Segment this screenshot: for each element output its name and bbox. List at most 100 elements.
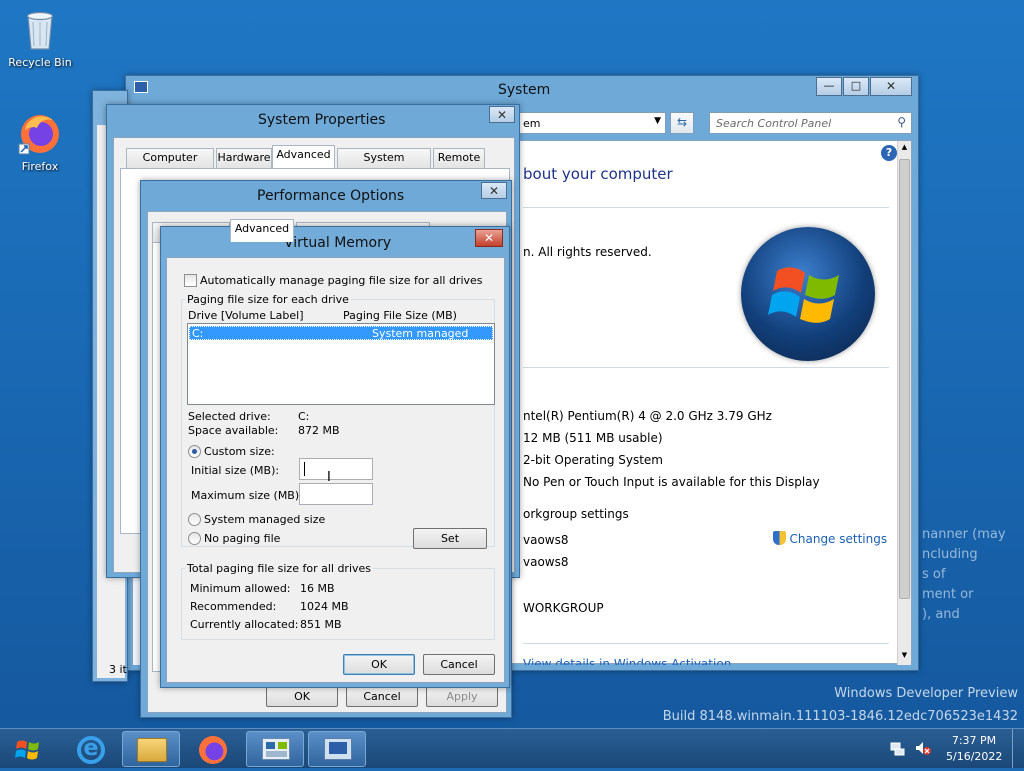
minimum-allowed-label: Minimum allowed:: [190, 582, 291, 595]
vm-cancel-button[interactable]: Cancel: [423, 654, 495, 675]
recycle-bin-icon: [17, 6, 63, 52]
system-properties-title: System Properties: [258, 112, 386, 128]
maximize-button[interactable]: □: [843, 77, 869, 96]
space-available-value: 872 MB: [298, 424, 340, 437]
performance-options-close-button[interactable]: ✕: [481, 182, 507, 199]
performance-options-titlebar[interactable]: Performance Options ✕: [141, 181, 511, 209]
system-managed-radio[interactable]: [188, 513, 201, 526]
clock-date: 5/16/2022: [946, 750, 1003, 763]
search-icon[interactable]: ⚲: [897, 115, 906, 129]
scrollbar[interactable]: ▲ ▼: [897, 141, 911, 665]
initial-size-label: Initial size (MB):: [191, 464, 280, 477]
virtual-memory-title: Virtual Memory: [284, 235, 392, 251]
scroll-thumb[interactable]: [899, 159, 910, 599]
desktop-icon-recycle-bin[interactable]: Recycle Bin: [2, 6, 78, 69]
clock-time: 7:37 PM: [951, 734, 997, 747]
virtual-memory-close-button[interactable]: ✕: [475, 229, 503, 247]
group-total-label: Total paging file size for all drives: [185, 562, 374, 575]
windows-start-icon: [15, 740, 39, 760]
drive-list[interactable]: C: System managed: [187, 323, 495, 405]
maximum-size-input[interactable]: [299, 483, 373, 505]
system-icon: [324, 738, 352, 760]
recommended-value: 1024 MB: [300, 600, 349, 613]
change-settings-link[interactable]: Change settings: [773, 531, 887, 546]
divider: [523, 367, 889, 368]
selected-drive-label: Selected drive:: [188, 410, 271, 423]
virtual-memory-dialog: Virtual Memory ✕ Automatically manage pa…: [160, 226, 510, 688]
folder-icon: [137, 738, 167, 762]
taskbar-system-properties[interactable]: [308, 731, 366, 767]
search-input[interactable]: Search Control Panel ⚲: [709, 112, 912, 134]
watermark-line1: Windows Developer Preview: [834, 686, 1018, 701]
recycle-bin-label: Recycle Bin: [8, 56, 72, 69]
system-managed-label: System managed size: [204, 513, 326, 526]
firefox-icon: [17, 110, 63, 156]
tab-computer-name[interactable]: Computer Name: [126, 148, 214, 182]
sysprop-cancel-button[interactable]: Cancel: [346, 686, 418, 707]
internet-explorer-icon: e: [77, 736, 105, 764]
auto-manage-label: Automatically manage paging file size fo…: [200, 274, 483, 287]
refresh-icon[interactable]: ⇆: [670, 112, 694, 134]
chevron-down-icon[interactable]: ▼: [654, 116, 661, 126]
divider: [523, 207, 889, 208]
control-panel-icon: [262, 738, 290, 760]
custom-size-label: Custom size:: [204, 445, 275, 458]
system-type-value: 2-bit Operating System: [523, 453, 663, 467]
no-paging-label: No paging file: [204, 532, 281, 545]
currently-allocated-label: Currently allocated:: [190, 618, 299, 631]
system-close-button[interactable]: ✕: [870, 77, 912, 96]
tab-system-protection[interactable]: System Protection: [337, 148, 431, 182]
full-name-value: vaows8: [523, 555, 569, 569]
processor-value: ntel(R) Pentium(R) 4 @ 2.0 GHz 3.79 GHz: [523, 409, 772, 423]
firefox-label: Firefox: [21, 160, 59, 173]
system-properties-close-button[interactable]: ✕: [489, 106, 515, 123]
system-properties-titlebar[interactable]: System Properties ✕: [107, 105, 519, 133]
text-caret: [304, 462, 305, 476]
computer-name-value: vaows8: [523, 533, 569, 547]
volume-muted-icon[interactable]: [914, 740, 932, 756]
system-titlebar[interactable]: System — □ ✕: [126, 76, 918, 104]
no-paging-radio[interactable]: [188, 532, 201, 545]
items-count: 3 it: [109, 663, 127, 676]
help-icon[interactable]: ?: [881, 145, 897, 161]
system-properties-tabs: Computer Name Hardware Advanced System P…: [120, 145, 510, 182]
desktop-icon-firefox[interactable]: Firefox: [2, 110, 78, 173]
show-desktop-button[interactable]: [1012, 729, 1024, 768]
clock[interactable]: 7:37 PM 5/16/2022: [946, 733, 1002, 765]
sysprop-apply-button[interactable]: Apply: [426, 686, 498, 707]
address-bar[interactable]: em ▼: [516, 112, 666, 134]
scroll-down-icon[interactable]: ▼: [899, 651, 910, 663]
workgroup-value: WORKGROUP: [523, 601, 604, 615]
system-window-icon: [134, 81, 148, 93]
network-icon[interactable]: [890, 740, 906, 756]
taskbar-internet-explorer[interactable]: e: [62, 731, 120, 767]
set-button[interactable]: Set: [413, 528, 487, 549]
tab-remote[interactable]: Remote: [433, 148, 485, 168]
activation-link[interactable]: View details in Windows Activation: [523, 657, 731, 665]
memory-value: 12 MB (511 MB usable): [523, 431, 663, 445]
taskbar-firefox[interactable]: [184, 731, 242, 767]
currently-allocated-value: 851 MB: [300, 618, 342, 631]
auto-manage-checkbox[interactable]: [184, 274, 197, 287]
tab-advanced[interactable]: Advanced: [272, 145, 335, 168]
initial-size-input[interactable]: [299, 458, 373, 480]
watermark-line2: Build 8148.winmain.111103-1846.12edc7065…: [662, 709, 1018, 724]
start-button[interactable]: [0, 731, 56, 767]
tab-hardware[interactable]: Hardware: [216, 148, 272, 168]
system-title: System: [498, 82, 551, 98]
virtual-memory-body: Automatically manage paging file size fo…: [166, 257, 505, 683]
drive-row[interactable]: C: System managed: [189, 326, 493, 340]
taskbar-file-explorer[interactable]: [122, 731, 180, 767]
page-heading: bout your computer: [523, 165, 673, 183]
pen-touch-value: No Pen or Touch Input is available for t…: [523, 475, 820, 489]
vm-ok-button[interactable]: OK: [343, 654, 415, 675]
maximum-size-label: Maximum size (MB):: [191, 489, 303, 502]
minimize-button[interactable]: —: [816, 77, 842, 96]
virtual-memory-titlebar[interactable]: Virtual Memory ✕: [161, 227, 509, 255]
tab-perf-advanced[interactable]: Advanced: [230, 219, 294, 242]
custom-size-radio[interactable]: [188, 445, 201, 458]
section-label: orkgroup settings: [523, 507, 629, 521]
sysprop-ok-button[interactable]: OK: [266, 686, 338, 707]
scroll-up-icon[interactable]: ▲: [899, 143, 910, 155]
taskbar-control-panel[interactable]: [246, 731, 304, 767]
